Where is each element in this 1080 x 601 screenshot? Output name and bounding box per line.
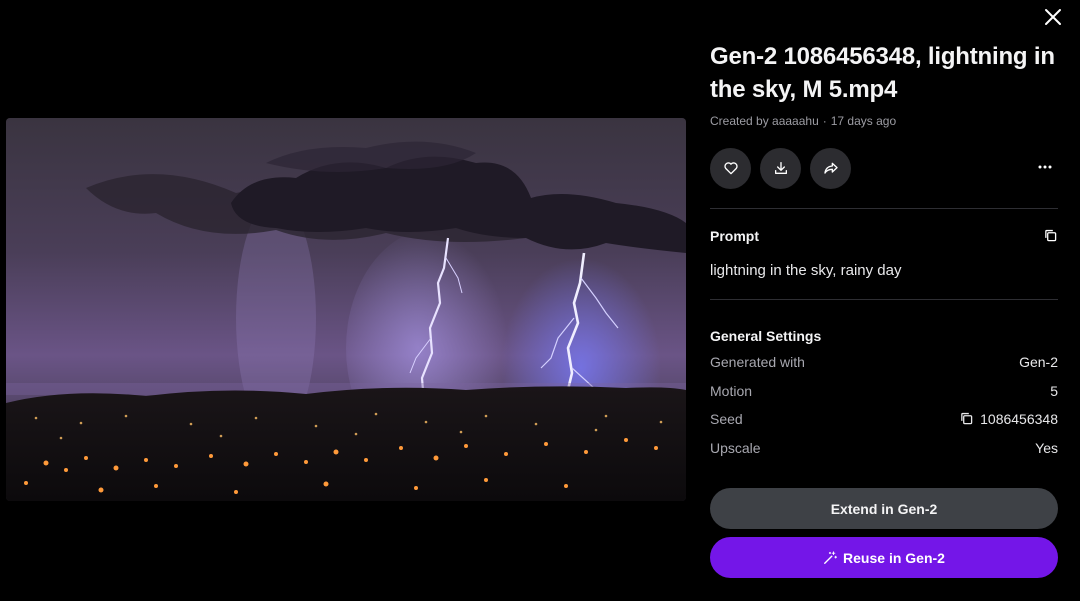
setting-value: Gen-2	[1019, 354, 1058, 370]
setting-label: Seed	[710, 411, 743, 427]
heart-icon	[723, 162, 738, 175]
setting-row-generated-with: Generated with Gen-2	[710, 354, 1058, 371]
download-button[interactable]	[760, 147, 801, 189]
action-bar	[710, 147, 1058, 189]
setting-value: Yes	[1035, 439, 1058, 456]
seed-value: 1086456348	[980, 411, 1058, 427]
prompt-heading: Prompt	[710, 228, 759, 244]
close-button[interactable]	[1040, 4, 1066, 30]
divider	[710, 208, 1058, 209]
setting-row-motion: Motion 5	[710, 382, 1058, 399]
lightning-scene-image	[6, 118, 686, 501]
created-by: Created by aaaaahu	[710, 114, 819, 128]
setting-value: 5	[1050, 382, 1058, 399]
divider	[710, 299, 1058, 300]
copy-icon	[961, 412, 973, 425]
reuse-button-label: Reuse in Gen-2	[843, 549, 945, 566]
setting-label: Generated with	[710, 354, 805, 370]
created-age: 17 days ago	[830, 114, 897, 128]
prompt-text: lightning in the sky, rainy day	[710, 262, 902, 279]
seed-value-group: 1086456348	[960, 411, 1058, 427]
extend-in-gen2-button[interactable]: Extend in Gen-2	[710, 488, 1058, 529]
close-icon	[1045, 9, 1061, 25]
setting-label: Upscale	[710, 439, 761, 456]
asset-meta: Created by aaaaahu · 17 days ago	[710, 114, 1058, 128]
setting-row-seed: Seed 1086456348	[710, 411, 1058, 428]
general-settings-heading: General Settings	[710, 328, 822, 344]
setting-label: Motion	[710, 382, 753, 399]
like-button[interactable]	[710, 147, 751, 189]
magic-wand-icon	[824, 550, 838, 564]
share-icon	[823, 162, 838, 174]
more-options-button[interactable]	[1032, 154, 1058, 180]
copy-seed-button[interactable]	[960, 412, 974, 426]
more-horizontal-icon	[1038, 165, 1052, 169]
video-preview[interactable]	[6, 118, 686, 501]
copy-icon	[1045, 229, 1057, 242]
asset-title: Gen-2 1086456348, lightning in the sky, …	[710, 43, 1055, 103]
setting-row-upscale: Upscale Yes	[710, 439, 1058, 456]
meta-separator: ·	[822, 114, 827, 128]
reuse-in-gen2-button[interactable]: Reuse in Gen-2	[710, 537, 1058, 578]
share-button[interactable]	[810, 147, 851, 189]
prompt-header: Prompt	[710, 228, 1058, 244]
download-icon	[774, 162, 787, 174]
extend-button-label: Extend in Gen-2	[830, 500, 938, 517]
copy-prompt-button[interactable]	[1044, 229, 1058, 243]
details-panel: Gen-2 1086456348, lightning in the sky, …	[710, 40, 1058, 456]
